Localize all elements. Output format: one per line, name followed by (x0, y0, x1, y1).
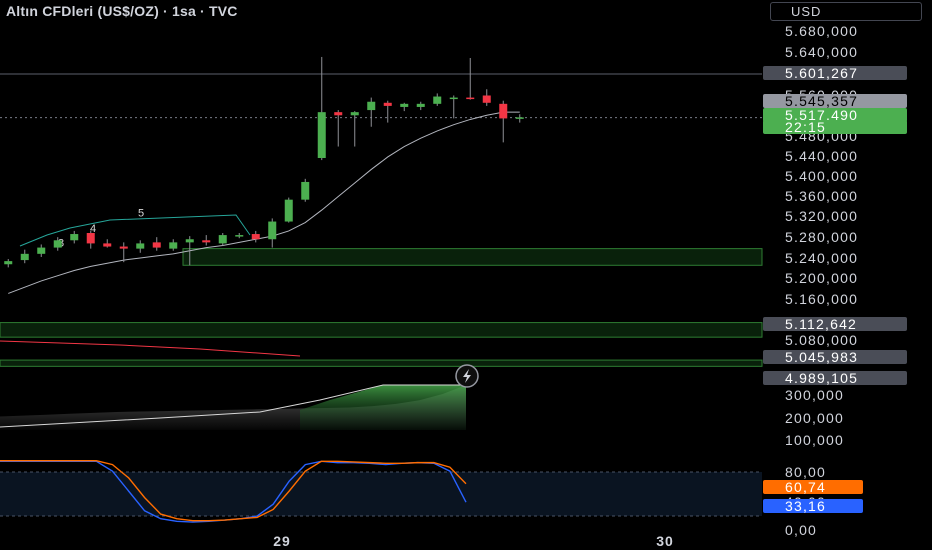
price-tick: 5.200,000 (785, 270, 858, 286)
candle-body[interactable] (218, 235, 227, 244)
price-tick: 5.160,000 (785, 291, 858, 307)
oscillator-tag: 60,74 (785, 479, 826, 495)
price-tick: 5.240,000 (785, 250, 858, 266)
candle-body[interactable] (350, 112, 359, 116)
price-tag: 4.989,105 (785, 370, 858, 386)
oscillator-tick: 0,00 (785, 522, 817, 538)
oscillator-tick: 80,00 (785, 464, 826, 480)
candle-body[interactable] (334, 112, 343, 116)
candle-body[interactable] (317, 112, 326, 158)
candle-body[interactable] (301, 181, 310, 200)
currency-selector[interactable]: USD (770, 2, 922, 21)
price-tick: 5.280,000 (785, 229, 858, 245)
volume-tick: 300,000 (785, 387, 844, 403)
price-tag: 22:15 (785, 119, 826, 135)
candle-body[interactable] (367, 101, 376, 111)
candle-body[interactable] (251, 234, 260, 240)
volume-area-highlight (300, 385, 466, 430)
candle-body[interactable] (416, 103, 425, 107)
time-label: 30 (656, 533, 674, 549)
candle-body[interactable] (169, 242, 178, 249)
price-tick: 5.080,000 (785, 332, 858, 348)
candle-body[interactable] (152, 242, 161, 248)
candle-body[interactable] (53, 240, 62, 248)
volume-tick: 200,000 (785, 410, 844, 426)
time-label: 29 (273, 533, 291, 549)
volume-tick: 100,000 (785, 432, 844, 448)
candle-body[interactable] (482, 95, 491, 103)
oscillator-tag: 33,16 (785, 498, 826, 514)
candle-body[interactable] (515, 117, 524, 119)
wave-label: 5 (138, 207, 144, 219)
candle-body[interactable] (37, 247, 46, 254)
zone-box (182, 248, 763, 266)
chart-canvas[interactable]: 3455.680,0005.640,0005.560,0005.480,0005… (0, 0, 932, 550)
price-tick: 5.640,000 (785, 44, 858, 60)
chart-title: Altın CFDleri (US$/OZ) · 1sa · TVC (6, 3, 238, 19)
candle-body[interactable] (202, 240, 211, 243)
candle-body[interactable] (4, 261, 13, 265)
price-tick: 5.400,000 (785, 168, 858, 184)
trend-line (0, 340, 301, 357)
candle-body[interactable] (86, 232, 95, 244)
candle-body[interactable] (400, 103, 409, 107)
oscillator-band (0, 472, 762, 516)
candle-body[interactable] (235, 235, 244, 237)
zone-box (0, 359, 763, 367)
candle-body[interactable] (284, 199, 293, 222)
price-tag: 5.045,983 (785, 349, 858, 365)
price-tick: 5.440,000 (785, 148, 858, 164)
candle-body[interactable] (499, 103, 508, 119)
zone-box (0, 322, 763, 338)
candle-body[interactable] (103, 243, 112, 247)
candle-body[interactable] (433, 96, 442, 104)
price-tag: 5.601,267 (785, 65, 858, 81)
candle-body[interactable] (268, 221, 277, 240)
moving-average-line (8, 111, 520, 294)
candle-body[interactable] (383, 102, 392, 106)
candle-body[interactable] (20, 253, 29, 261)
candle-body[interactable] (449, 97, 458, 100)
price-tick: 5.320,000 (785, 208, 858, 224)
candle-body[interactable] (136, 243, 145, 249)
candle-body[interactable] (185, 239, 194, 243)
candle-body[interactable] (70, 234, 79, 241)
candle-body[interactable] (466, 97, 475, 100)
price-tick: 5.680,000 (785, 23, 858, 39)
candle-body[interactable] (119, 246, 128, 249)
price-tick: 5.360,000 (785, 188, 858, 204)
price-tag: 5.112,642 (785, 316, 857, 332)
